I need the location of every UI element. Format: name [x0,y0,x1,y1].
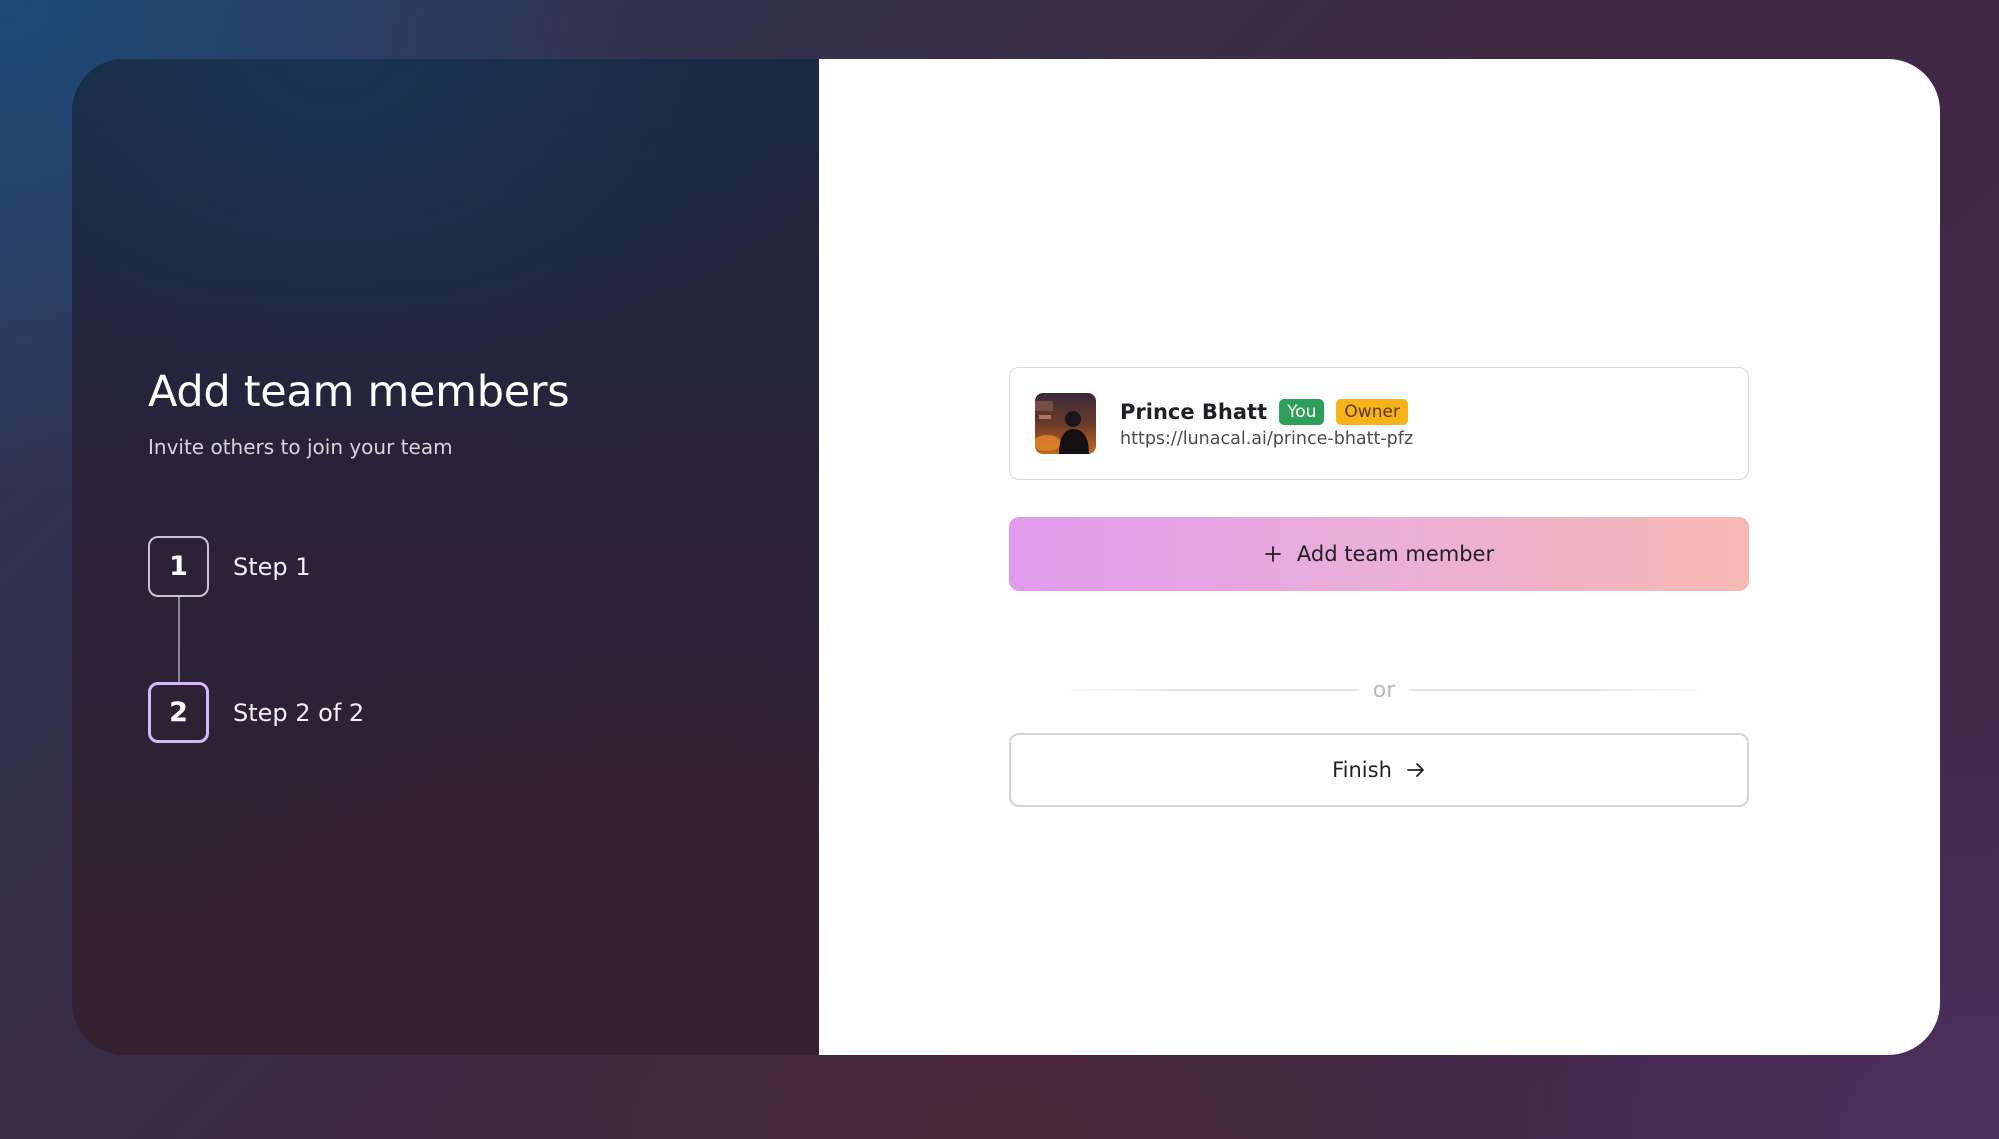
add-team-member-button[interactable]: Add team member [1009,517,1749,591]
step-number-badge-active: 2 [148,682,209,743]
or-divider: or [1009,675,1749,705]
owner-badge: Owner [1336,398,1408,425]
page-title: Add team members [148,367,570,417]
finish-button[interactable]: Finish [1009,733,1749,807]
user-photo-icon [1035,393,1096,454]
member-card: Prince Bhatt You Owner https://lunacal.a… [1009,367,1749,480]
step-item-1: 1 Step 1 [148,536,311,597]
divider-text: or [1372,677,1396,703]
arrow-right-icon [1406,763,1424,777]
you-badge: You [1279,398,1325,425]
onboarding-card: Add team members Invite others to join y… [72,59,1940,1055]
step-connector [178,597,180,682]
divider-line-left [1049,689,1359,691]
step-number-badge: 1 [148,536,209,597]
step-label: Step 2 of 2 [233,698,365,727]
member-name-row: Prince Bhatt You Owner [1120,398,1413,425]
divider-line-right [1409,689,1720,691]
step-label: Step 1 [233,552,311,581]
plus-icon [1264,546,1281,562]
step-item-2: 2 Step 2 of 2 [148,682,364,743]
avatar [1035,393,1096,454]
page-subtitle: Invite others to join your team [148,435,453,459]
add-team-member-label: Add team member [1296,542,1495,566]
right-panel: Prince Bhatt You Owner https://lunacal.a… [819,59,1940,1055]
member-info: Prince Bhatt You Owner https://lunacal.a… [1120,398,1414,449]
member-url: https://lunacal.ai/prince-bhatt-pfz [1120,428,1414,449]
member-name: Prince Bhatt [1120,399,1268,424]
finish-label: Finish [1332,758,1392,782]
left-panel: Add team members Invite others to join y… [72,59,819,1055]
